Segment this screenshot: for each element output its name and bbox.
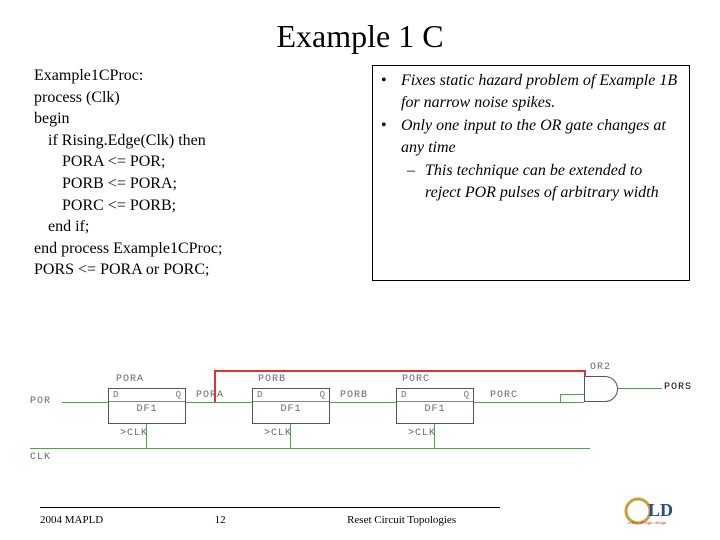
code-line: begin (34, 108, 354, 130)
por-label: POR (30, 396, 51, 407)
sub-bullet-item: – This technique can be extended to reje… (381, 160, 679, 203)
old-logo-icon: LD office of logic design (624, 496, 690, 526)
code-line: Example1CProc: (34, 65, 354, 87)
code-line: PORB <= PORA; (34, 173, 354, 195)
pora-label: PORA (196, 390, 224, 401)
footer-left: 2004 MAPLD (40, 514, 103, 526)
svg-text:office of logic design: office of logic design (628, 520, 667, 525)
code-line: end if; (34, 216, 354, 238)
notes-box: • Fixes static hazard problem of Example… (372, 65, 690, 281)
bullet-item: • Only one input to the OR gate changes … (381, 115, 679, 158)
dash-marker: – (407, 160, 415, 203)
footer-right: Reset Circuit Topologies (337, 514, 537, 526)
code-line: if Rising.Edge(Clk) then (34, 130, 354, 152)
pors-label: PORS (664, 382, 692, 393)
bullet-marker: • (381, 70, 391, 113)
bullet-item: • Fixes static hazard problem of Example… (381, 70, 679, 113)
footer: 2004 MAPLD 12 Reset Circuit Topologies L… (0, 496, 720, 526)
porc-label: PORC (490, 390, 518, 401)
page-number: 12 (190, 514, 250, 526)
code-line: PORC <= PORB; (34, 195, 354, 217)
flipflop: DQ DF1 (396, 388, 474, 424)
svg-text:LD: LD (648, 500, 673, 520)
code-line: process (Clk) (34, 87, 354, 109)
bullet-marker: • (381, 115, 391, 158)
code-block: Example1CProc: process (Clk) begin if Ri… (34, 65, 354, 281)
bullet-text: Only one input to the OR gate changes at… (401, 115, 679, 158)
content-columns: Example1CProc: process (Clk) begin if Ri… (0, 65, 720, 281)
flipflop: DQ DF1 (108, 388, 186, 424)
flipflop: DQ DF1 (252, 388, 330, 424)
page-title: Example 1 C (0, 0, 720, 65)
code-line: PORA <= POR; (34, 151, 354, 173)
bullet-text: Fixes static hazard problem of Example 1… (401, 70, 679, 113)
code-line: PORS <= PORA or PORC; (34, 259, 354, 281)
clk-label: CLK (30, 452, 51, 463)
schematic-diagram: CLK POR DQ DF1 PORA >CLK PORA DQ DF1 POR… (0, 370, 720, 470)
or-gate (584, 376, 618, 402)
code-line: end process Example1CProc; (34, 238, 354, 260)
bullet-text: This technique can be extended to reject… (425, 160, 679, 203)
porb-label: PORB (340, 390, 368, 401)
